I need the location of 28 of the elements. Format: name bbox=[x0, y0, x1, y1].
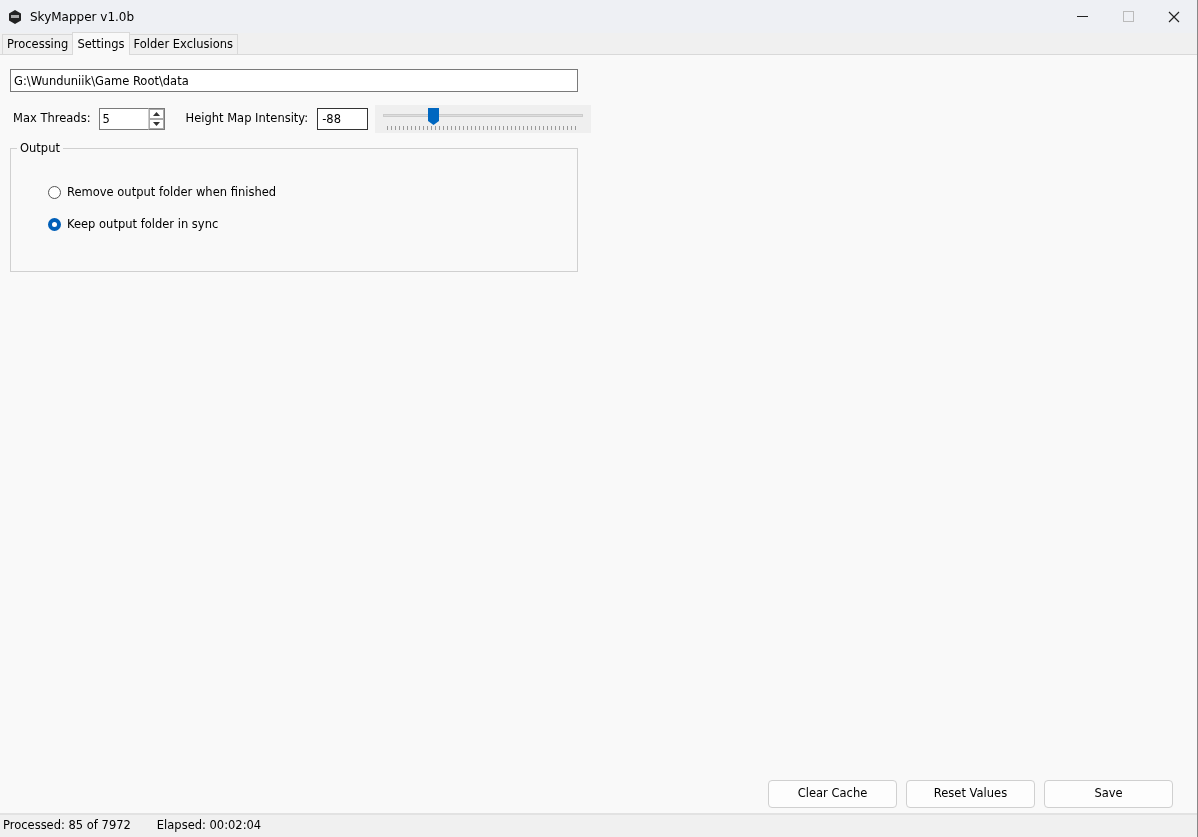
tab[interactable]: Folder Exclusions bbox=[128, 34, 238, 54]
spin-down-button[interactable] bbox=[148, 119, 164, 129]
maximize-icon bbox=[1122, 11, 1134, 22]
height-map-intensity-label: Height Map Intensity: bbox=[185, 110, 309, 128]
radio-button[interactable] bbox=[48, 186, 61, 200]
option-label: Keep output folder in sync bbox=[67, 216, 219, 234]
minimize-icon bbox=[1076, 15, 1088, 18]
radio-button[interactable] bbox=[48, 218, 61, 232]
action-button[interactable]: Reset Values bbox=[906, 780, 1035, 808]
down-arrow-icon bbox=[152, 122, 160, 126]
folder-path-field[interactable]: G:\Wunduniik\Game Root\data bbox=[10, 69, 578, 92]
height-map-intensity-field[interactable]: -88 bbox=[317, 108, 369, 130]
slider-thumb[interactable] bbox=[428, 108, 440, 125]
status-text: Processed: 85 of 7972 bbox=[3, 817, 131, 835]
up-arrow-icon bbox=[152, 112, 160, 116]
action-button[interactable]: Save bbox=[1044, 780, 1173, 808]
close-icon bbox=[1168, 10, 1180, 23]
spin-up-button[interactable] bbox=[148, 109, 164, 119]
option-label: Remove output folder when finished bbox=[67, 184, 277, 201]
max-threads-field[interactable]: 5 bbox=[98, 108, 148, 130]
group-title: Output bbox=[17, 141, 63, 156]
app-icon bbox=[8, 9, 22, 24]
max-threads-label: Max Threads: bbox=[13, 110, 91, 128]
tab[interactable]: Settings bbox=[72, 32, 130, 55]
status-text: Elapsed: 00:02:04 bbox=[156, 817, 262, 835]
window-title: SkyMapper v1.0b bbox=[30, 8, 135, 26]
action-button[interactable]: Clear Cache bbox=[768, 780, 897, 808]
tab[interactable]: Processing bbox=[2, 34, 74, 54]
